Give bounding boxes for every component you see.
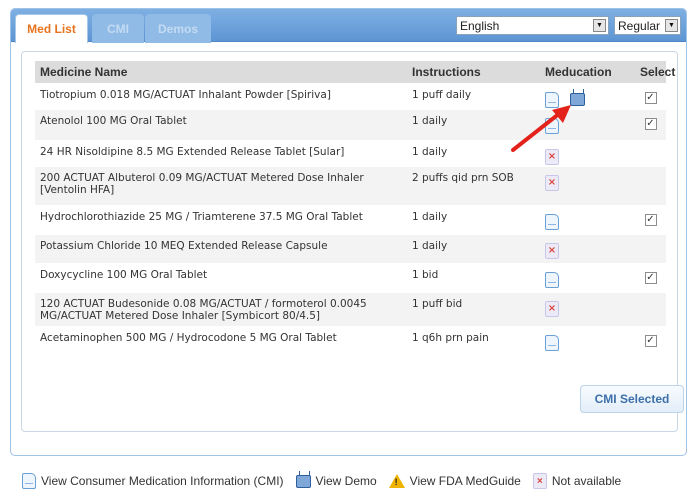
medicine-name-cell: 200 ACTUAT Albuterol 0.09 MG/ACTUAT Mete… bbox=[40, 172, 364, 196]
legend-demo-label: View Demo bbox=[315, 474, 377, 488]
tab-cmi[interactable]: CMI bbox=[92, 14, 144, 43]
table-row: Atenolol 100 MG Oral Tablet 1 daily ✓ bbox=[35, 110, 666, 141]
meducation-cell bbox=[540, 84, 635, 109]
col-select: Select bbox=[640, 65, 676, 79]
table-row: Potassium Chloride 10 MEQ Extended Relea… bbox=[35, 235, 666, 264]
legend-na: × Not available bbox=[532, 473, 622, 489]
select-cell: ✓ bbox=[635, 84, 666, 109]
meducation-cell: × bbox=[540, 293, 635, 326]
select-cell bbox=[635, 235, 666, 263]
meducation-cell: × bbox=[540, 235, 635, 263]
icon-legend: View Consumer Medication Information (CM… bbox=[22, 472, 627, 490]
table-row: Acetaminophen 500 MG / Hydrocodone 5 MG … bbox=[35, 327, 666, 355]
medicine-name-cell: Doxycycline 100 MG Oral Tablet bbox=[40, 269, 208, 281]
table-row: Doxycycline 100 MG Oral Tablet 1 bid ✓ bbox=[35, 264, 666, 293]
medicine-name-cell: Potassium Chloride 10 MEQ Extended Relea… bbox=[40, 240, 328, 252]
instructions-cell: 1 daily bbox=[412, 211, 448, 223]
legend-cmi: View Consumer Medication Information (CM… bbox=[22, 473, 284, 489]
meducation-cell bbox=[540, 327, 635, 354]
not-available-icon: × bbox=[545, 243, 559, 259]
legend-demo: View Demo bbox=[295, 474, 377, 488]
select-cell: ✓ bbox=[635, 110, 666, 140]
select-checkbox[interactable]: ✓ bbox=[644, 92, 657, 104]
instructions-cell: 1 puff daily bbox=[412, 89, 472, 101]
med-table: Medicine Name Instructions Meducation Se… bbox=[35, 61, 676, 355]
document-icon[interactable] bbox=[545, 118, 559, 134]
document-icon[interactable] bbox=[545, 214, 559, 230]
tab-med-list[interactable]: Med List bbox=[15, 14, 88, 43]
meducation-window: Med List CMI Demos English ▼ Regular ▼ M… bbox=[10, 8, 687, 456]
instructions-cell: 1 bid bbox=[412, 269, 439, 281]
col-meducation: Meducation bbox=[545, 65, 612, 79]
warning-icon: ! bbox=[388, 474, 405, 488]
cmi-selected-button[interactable]: CMI Selected bbox=[580, 385, 684, 413]
select-checkbox[interactable]: ✓ bbox=[644, 272, 657, 284]
top-bar: Med List CMI Demos English ▼ Regular ▼ bbox=[11, 9, 686, 43]
select-cell bbox=[635, 293, 666, 326]
tab-demos[interactable]: Demos bbox=[145, 14, 211, 43]
meducation-cell: × bbox=[540, 141, 635, 166]
legend-na-label: Not available bbox=[551, 474, 622, 488]
meducation-cell bbox=[540, 206, 635, 234]
medicine-name-cell: 120 ACTUAT Budesonide 0.08 MG/ACTUAT / f… bbox=[40, 298, 367, 322]
instructions-cell: 2 puffs qid prn SOB bbox=[412, 172, 514, 184]
legend-medguide: ! View FDA MedGuide bbox=[388, 474, 521, 488]
instructions-cell: 1 q6h prn pain bbox=[412, 332, 489, 344]
table-row: 24 HR Nisoldipine 8.5 MG Extended Releas… bbox=[35, 141, 666, 167]
not-available-icon: × bbox=[545, 175, 559, 191]
legend-medguide-label: View FDA MedGuide bbox=[409, 474, 521, 488]
select-cell: ✓ bbox=[635, 206, 666, 234]
medicine-name-cell: Atenolol 100 MG Oral Tablet bbox=[40, 115, 187, 127]
select-cell bbox=[635, 167, 666, 205]
chevron-down-icon: ▼ bbox=[665, 19, 678, 32]
meducation-cell: × bbox=[540, 167, 635, 205]
legend-cmi-label: View Consumer Medication Information (CM… bbox=[41, 474, 284, 488]
chevron-down-icon: ▼ bbox=[593, 19, 606, 32]
font-size-select[interactable]: Regular ▼ bbox=[614, 16, 681, 35]
select-checkbox[interactable]: ✓ bbox=[644, 214, 657, 226]
select-checkbox[interactable]: ✓ bbox=[644, 118, 657, 130]
col-medicine-name: Medicine Name bbox=[40, 65, 128, 79]
medicine-name-cell: Hydrochlorothiazide 25 MG / Triamterene … bbox=[40, 211, 363, 223]
language-select[interactable]: English ▼ bbox=[456, 16, 609, 35]
tv-icon bbox=[295, 475, 311, 488]
document-icon[interactable] bbox=[545, 92, 559, 108]
medicine-name-cell: Acetaminophen 500 MG / Hydrocodone 5 MG … bbox=[40, 332, 337, 344]
medicine-name-cell: 24 HR Nisoldipine 8.5 MG Extended Releas… bbox=[40, 146, 345, 158]
not-available-icon: × bbox=[545, 301, 559, 317]
meducation-cell bbox=[540, 110, 635, 140]
instructions-cell: 1 puff bid bbox=[412, 298, 463, 310]
document-icon[interactable] bbox=[545, 272, 559, 288]
meducation-cell bbox=[540, 264, 635, 292]
select-cell bbox=[635, 141, 666, 166]
instructions-cell: 1 daily bbox=[412, 115, 448, 127]
not-available-icon: × bbox=[545, 149, 559, 165]
font-size-select-value: Regular bbox=[618, 18, 661, 33]
table-header: Medicine Name Instructions Meducation Se… bbox=[35, 61, 676, 84]
document-icon[interactable] bbox=[545, 335, 559, 351]
table-row: 200 ACTUAT Albuterol 0.09 MG/ACTUAT Mete… bbox=[35, 167, 666, 206]
medicine-name-cell: Tiotropium 0.018 MG/ACTUAT Inhalant Powd… bbox=[40, 89, 331, 101]
select-cell: ✓ bbox=[635, 264, 666, 292]
table-row: Hydrochlorothiazide 25 MG / Triamterene … bbox=[35, 206, 666, 235]
language-select-value: English bbox=[460, 18, 500, 33]
table-row: Tiotropium 0.018 MG/ACTUAT Inhalant Powd… bbox=[35, 84, 666, 110]
tv-icon[interactable] bbox=[570, 93, 585, 106]
document-icon bbox=[22, 473, 36, 489]
not-available-icon: × bbox=[532, 473, 547, 489]
med-list-panel: Medicine Name Instructions Meducation Se… bbox=[21, 51, 684, 432]
table-row: 120 ACTUAT Budesonide 0.08 MG/ACTUAT / f… bbox=[35, 293, 666, 327]
select-cell: ✓ bbox=[635, 327, 666, 354]
col-instructions: Instructions bbox=[412, 65, 481, 79]
instructions-cell: 1 daily bbox=[412, 146, 448, 158]
select-checkbox[interactable]: ✓ bbox=[644, 335, 657, 347]
instructions-cell: 1 daily bbox=[412, 240, 448, 252]
